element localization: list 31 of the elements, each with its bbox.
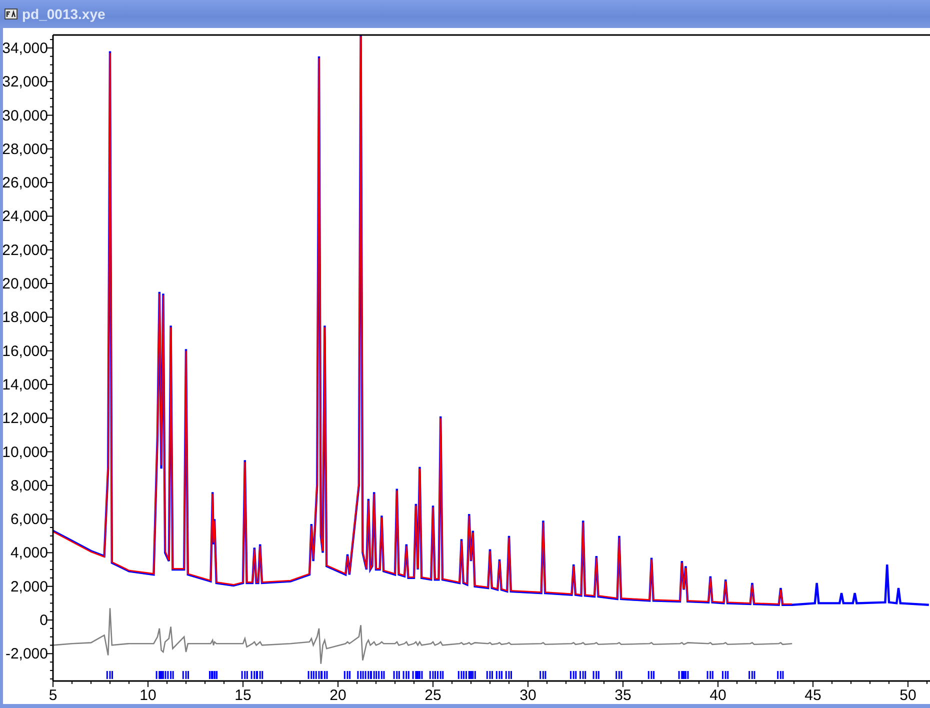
tick-label: 20,000	[3, 276, 48, 292]
tick-label: 25	[424, 687, 442, 704]
tick-label: 5	[48, 687, 58, 704]
tick-label: 30,000	[3, 107, 48, 124]
tick-label: 18,000	[3, 309, 48, 326]
tick-label: 34,000	[3, 40, 48, 57]
tick-label: 6,000	[10, 511, 48, 528]
tick-label: 4,000	[10, 544, 48, 562]
window-title: pd_0013.xye	[22, 4, 106, 24]
tick-label: 8,000	[10, 477, 48, 494]
tick-label: 30	[520, 687, 536, 704]
tick-label: 50	[900, 687, 916, 704]
tick-label: 15	[234, 687, 252, 704]
app-icon[interactable]	[4, 7, 18, 21]
tick-label: 22,000	[3, 242, 48, 259]
tick-label: 10,000	[3, 444, 48, 461]
tick-label: 28,000	[3, 140, 48, 158]
tick-label: 0	[40, 612, 48, 629]
tick-label: 35	[614, 687, 632, 704]
tick-label: 16,000	[3, 342, 48, 360]
tick-label: 10	[140, 687, 156, 704]
tick-label: 26,000	[3, 174, 48, 192]
tick-label: 20	[330, 687, 346, 704]
tick-label: 45	[804, 687, 822, 704]
tick-label: 32,000	[3, 74, 48, 91]
tick-label: -2,000	[5, 646, 48, 663]
tick-label: 24,000	[3, 208, 48, 226]
tick-label: 40	[710, 687, 726, 704]
tick-label: 14,000	[3, 376, 48, 394]
tick-label: 2,000	[10, 578, 48, 596]
tick-label: 12,000	[3, 410, 48, 428]
